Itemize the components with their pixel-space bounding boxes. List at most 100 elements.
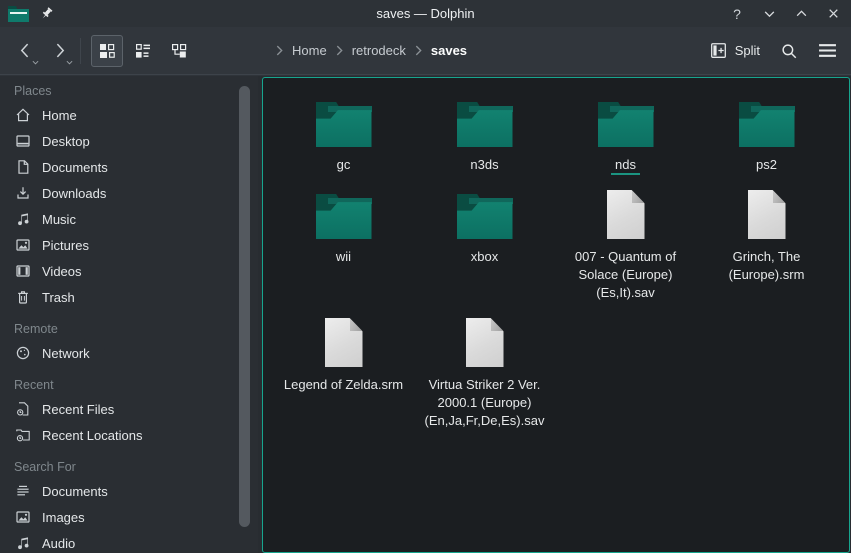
- sidebar-item-label: Videos: [42, 264, 82, 279]
- titlebar: saves — Dolphin ?: [0, 0, 851, 27]
- file-icon: [325, 315, 363, 367]
- file-item-label: Legend of Zelda.srm: [284, 376, 403, 394]
- file-icon: [607, 187, 645, 239]
- maximize-button[interactable]: [793, 6, 809, 22]
- file-grid: gc n3ds nds ps2: [263, 78, 849, 443]
- sidebar-item-label: Images: [42, 510, 85, 525]
- file-item-n3ds[interactable]: n3ds: [414, 95, 555, 174]
- sidebar-item-label: Pictures: [42, 238, 89, 253]
- places-panel: Places Home Desktop Documents Downloads: [0, 76, 258, 553]
- close-button[interactable]: [825, 6, 841, 22]
- dolphin-app-icon: [8, 6, 29, 22]
- music-note-icon: [14, 211, 31, 228]
- sidebar-item-downloads[interactable]: Downloads: [0, 180, 258, 206]
- breadcrumb-home[interactable]: Home: [290, 41, 329, 60]
- recent-files-icon: [14, 401, 31, 418]
- file-item-ps2[interactable]: ps2: [696, 95, 837, 174]
- chevron-right-icon: [275, 45, 284, 56]
- help-button[interactable]: ?: [729, 6, 745, 22]
- image-icon: [14, 509, 31, 526]
- file-item-label: xbox: [471, 248, 498, 266]
- desktop-icon: [14, 133, 31, 150]
- file-item-grinch-the[interactable]: Grinch, The (Europe).srm: [696, 187, 837, 284]
- sidebar-item-label: Music: [42, 212, 76, 227]
- folder-icon: [316, 187, 372, 239]
- file-item-label: Grinch, The (Europe).srm: [704, 248, 830, 284]
- folder-icon: [457, 187, 513, 239]
- audio-note-icon: [14, 535, 31, 552]
- sidebar-item-search-images[interactable]: Images: [0, 504, 258, 530]
- document-icon: [14, 159, 31, 176]
- text-lines-icon: [14, 483, 31, 500]
- file-icon: [466, 315, 504, 367]
- sidebar-item-recent-files[interactable]: Recent Files: [0, 396, 258, 422]
- section-header-recent: Recent: [0, 375, 258, 396]
- file-item-wii[interactable]: wii: [273, 187, 414, 266]
- file-item-label: n3ds: [470, 156, 498, 174]
- view-mode-buttons: [91, 35, 195, 67]
- folder-icon: [457, 95, 513, 147]
- sidebar-item-pictures[interactable]: Pictures: [0, 232, 258, 258]
- home-icon: [14, 107, 31, 124]
- back-dropdown-caret-icon[interactable]: [32, 60, 39, 65]
- folder-view[interactable]: gc n3ds nds ps2: [262, 77, 850, 553]
- details-view-button[interactable]: [127, 35, 159, 67]
- sidebar-item-music[interactable]: Music: [0, 206, 258, 232]
- video-icon: [14, 263, 31, 280]
- file-item-label: wii: [336, 248, 351, 266]
- tree-view-button[interactable]: [163, 35, 195, 67]
- sidebar-item-label: Downloads: [42, 186, 106, 201]
- minimize-button[interactable]: [761, 6, 777, 22]
- sidebar-scrollbar[interactable]: [239, 86, 250, 527]
- file-item-virtua-striker-2[interactable]: Virtua Striker 2 Ver. 2000.1 (Europe) (E…: [414, 315, 555, 430]
- forward-button[interactable]: [46, 36, 72, 66]
- sidebar-item-label: Recent Files: [42, 402, 114, 417]
- icons-view-button[interactable]: [91, 35, 123, 67]
- file-icon: [748, 187, 786, 239]
- breadcrumb: Home retrodeck saves: [275, 41, 469, 60]
- sidebar-item-label: Recent Locations: [42, 428, 142, 443]
- sidebar-item-search-documents[interactable]: Documents: [0, 478, 258, 504]
- download-icon: [14, 185, 31, 202]
- trash-icon: [14, 289, 31, 306]
- file-item-label: ps2: [756, 156, 777, 174]
- sidebar-item-network[interactable]: Network: [0, 340, 258, 366]
- sidebar-item-home[interactable]: Home: [0, 102, 258, 128]
- toolbar-right: Split: [710, 42, 837, 60]
- file-item-nds[interactable]: nds: [555, 95, 696, 174]
- toolbar-separator: [80, 38, 81, 64]
- folder-icon: [598, 95, 654, 147]
- breadcrumb-saves[interactable]: saves: [429, 41, 469, 60]
- window-controls: ?: [729, 0, 841, 27]
- titlebar-left: [8, 0, 54, 27]
- section-header-remote: Remote: [0, 319, 258, 340]
- search-icon[interactable]: [780, 42, 798, 60]
- chevron-right-icon: [335, 45, 344, 56]
- content-area: Places Home Desktop Documents Downloads: [0, 76, 851, 553]
- section-header-places: Places: [0, 81, 258, 102]
- breadcrumb-retrodeck[interactable]: retrodeck: [350, 41, 408, 60]
- file-item-007-quantum-of-solace[interactable]: 007 - Quantum of Solace (Europe) (Es,It)…: [555, 187, 696, 302]
- file-item-legend-of-zelda[interactable]: Legend of Zelda.srm: [273, 315, 414, 394]
- sidebar-item-documents[interactable]: Documents: [0, 154, 258, 180]
- file-item-label: nds: [611, 156, 640, 174]
- back-button[interactable]: [12, 36, 38, 66]
- sidebar-item-label: Documents: [42, 160, 108, 175]
- sidebar-item-label: Documents: [42, 484, 108, 499]
- sidebar-item-desktop[interactable]: Desktop: [0, 128, 258, 154]
- sidebar-item-label: Desktop: [42, 134, 90, 149]
- pin-icon[interactable]: [39, 6, 54, 21]
- sidebar-item-label: Home: [42, 108, 77, 123]
- split-button[interactable]: Split: [710, 42, 760, 59]
- window-title: saves — Dolphin: [0, 6, 851, 21]
- hamburger-menu-icon[interactable]: [818, 43, 837, 58]
- folder-icon: [739, 95, 795, 147]
- forward-dropdown-caret-icon[interactable]: [66, 60, 73, 65]
- file-item-gc[interactable]: gc: [273, 95, 414, 174]
- file-item-xbox[interactable]: xbox: [414, 187, 555, 266]
- sidebar-item-recent-locations[interactable]: Recent Locations: [0, 422, 258, 448]
- sidebar-item-videos[interactable]: Videos: [0, 258, 258, 284]
- sidebar-item-trash[interactable]: Trash: [0, 284, 258, 310]
- sidebar-item-search-audio[interactable]: Audio: [0, 530, 258, 553]
- split-button-label: Split: [735, 43, 760, 58]
